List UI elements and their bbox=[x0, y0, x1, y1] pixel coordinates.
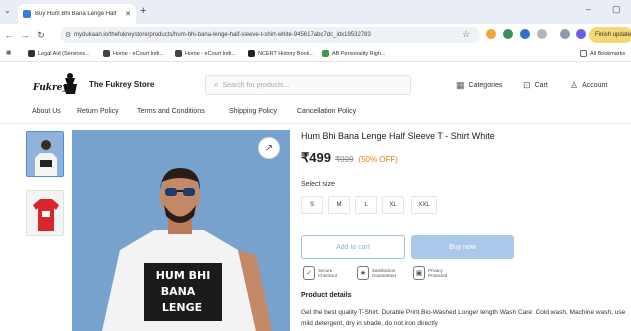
new-tab-button[interactable]: + bbox=[140, 5, 146, 17]
folder-icon bbox=[580, 50, 587, 57]
share-button[interactable]: ↗ bbox=[258, 137, 280, 159]
apps-icon[interactable]: ▦ bbox=[6, 50, 11, 56]
product-title: Hum Bhi Bana Lenge Half Sleeve T - Shirt… bbox=[301, 131, 495, 141]
secure-checkout-badge: ✓ Secure Checkout bbox=[303, 266, 346, 280]
url-text: mydukaan.io/thefukreystore/products/hum-… bbox=[74, 32, 371, 38]
search-placeholder: Search for products... bbox=[222, 81, 290, 89]
product-thumbnail[interactable] bbox=[26, 131, 64, 177]
privacy-badge: ▣ Privacy Protected bbox=[413, 266, 456, 280]
add-to-cart-button[interactable]: Add to cart bbox=[301, 235, 405, 259]
size-option-xl[interactable]: XL bbox=[382, 196, 404, 214]
buy-now-button[interactable]: Buy now bbox=[411, 235, 514, 259]
size-label: Select size bbox=[301, 181, 335, 188]
maximize-icon[interactable]: ▢ bbox=[612, 4, 621, 15]
cart-button[interactable]: ⊡ Cart bbox=[523, 80, 548, 91]
categories-button[interactable]: ▦ Categories bbox=[456, 80, 502, 91]
bookmark-item[interactable]: Home - eCourt Indi... bbox=[103, 50, 164, 57]
bookmark-icon bbox=[175, 50, 182, 57]
search-icon: ⌕ bbox=[214, 80, 219, 89]
cart-icon: ⊡ bbox=[523, 80, 531, 90]
store-menu: About Us Return Policy Terms and Conditi… bbox=[0, 104, 631, 124]
extensions-puzzle-icon[interactable] bbox=[537, 29, 547, 39]
grid-icon: ▦ bbox=[456, 80, 465, 90]
selling-price: ₹499 bbox=[301, 150, 331, 165]
forward-icon[interactable]: → bbox=[18, 30, 32, 40]
menu-shipping-policy[interactable]: Shipping Policy bbox=[229, 108, 277, 115]
bookmark-item[interactable]: AB Personality Righ... bbox=[322, 50, 386, 57]
extension-icon[interactable] bbox=[486, 29, 496, 39]
product-main-image[interactable]: HUM BHI BANA LENGE bbox=[72, 130, 290, 331]
product-photo: HUM BHI BANA LENGE bbox=[72, 130, 290, 331]
bookmark-item[interactable]: Legal Aid (Services... bbox=[28, 50, 90, 57]
lock-icon: ▣ bbox=[413, 266, 425, 280]
thumbnail-image bbox=[27, 191, 63, 235]
minimize-icon[interactable]: – bbox=[586, 4, 591, 14]
menu-return-policy[interactable]: Return Policy bbox=[77, 108, 119, 115]
price-row: ₹499 ₹999 (50% OFF) bbox=[301, 150, 398, 166]
thumbnail-image bbox=[27, 132, 63, 176]
bookmark-item[interactable]: NCERT History Book... bbox=[248, 50, 314, 57]
menu-cancellation-policy[interactable]: Cancellation Policy bbox=[297, 108, 356, 115]
tab-search-icon[interactable]: ⌄ bbox=[4, 6, 11, 15]
size-option-s[interactable]: S bbox=[301, 196, 323, 214]
all-bookmarks[interactable]: All Bookmarks bbox=[580, 50, 625, 57]
product-thumbnail[interactable] bbox=[26, 190, 64, 236]
user-icon: ♙ bbox=[570, 80, 579, 90]
browser-toolbar: ← → ↻ ⚙ mydukaan.io/thefukreystore/produ… bbox=[0, 24, 631, 46]
bookmark-icon bbox=[248, 50, 255, 57]
favicon-icon bbox=[23, 10, 31, 18]
address-bar[interactable]: ⚙ mydukaan.io/thefukreystore/products/hu… bbox=[60, 27, 480, 43]
original-price: ₹999 bbox=[334, 155, 354, 164]
logo-text: Fukrey bbox=[32, 83, 68, 93]
ribbon-icon: ★ bbox=[357, 266, 369, 280]
search-input[interactable]: ⌕ Search for products... bbox=[205, 75, 411, 95]
site-info-icon[interactable]: ⚙ bbox=[65, 31, 71, 39]
bookmarks-bar: ▦ Legal Aid (Services... Home - eCourt I… bbox=[0, 46, 631, 62]
browser-tab[interactable]: Buy Hum Bhi Bana Lenge Half ✕ bbox=[18, 4, 136, 24]
shield-icon: ✓ bbox=[303, 266, 315, 280]
size-option-m[interactable]: M bbox=[328, 196, 350, 214]
store-logo[interactable]: Fukrey bbox=[30, 72, 80, 98]
browser-tab-bar: ⌄ Buy Hum Bhi Bana Lenge Half ✕ + – ▢ bbox=[0, 0, 631, 24]
shirt-print-line: BANA bbox=[161, 285, 196, 298]
menu-about-us[interactable]: About Us bbox=[32, 108, 61, 115]
back-icon[interactable]: ← bbox=[2, 30, 16, 40]
product-details-heading: Product details bbox=[301, 292, 352, 299]
bookmark-icon bbox=[322, 50, 329, 57]
size-option-xxl[interactable]: XXL bbox=[411, 196, 437, 214]
bookmark-icon bbox=[103, 50, 110, 57]
extension-icon[interactable] bbox=[520, 29, 530, 39]
tab-title: Buy Hum Bhi Bana Lenge Half bbox=[35, 11, 117, 17]
close-tab-icon[interactable]: ✕ bbox=[125, 10, 131, 18]
account-button[interactable]: ♙ Account bbox=[570, 80, 607, 91]
profile-avatar[interactable] bbox=[576, 29, 586, 39]
satisfaction-badge: ★ Satisfaction Guaranteed bbox=[357, 266, 400, 280]
bookmark-item[interactable]: Home - eCourt Indi... bbox=[175, 50, 236, 57]
bookmark-icon bbox=[28, 50, 35, 57]
discount-label: (50% OFF) bbox=[358, 155, 398, 164]
shirt-print-line: HUM BHI bbox=[156, 269, 211, 282]
star-bookmark-icon[interactable]: ☆ bbox=[462, 29, 472, 39]
finish-update-button[interactable]: Finish update bbox=[589, 27, 631, 43]
menu-terms[interactable]: Terms and Conditions bbox=[137, 108, 205, 115]
reload-icon[interactable]: ↻ bbox=[34, 30, 48, 41]
share-icon: ↗ bbox=[264, 142, 274, 154]
shirt-print-line: LENGE bbox=[162, 301, 202, 314]
store-name[interactable]: The Fukrey Store bbox=[89, 80, 154, 89]
extension-icon[interactable] bbox=[503, 29, 513, 39]
size-option-l[interactable]: L bbox=[355, 196, 377, 214]
download-icon[interactable] bbox=[560, 29, 570, 39]
product-details-text: Get the best quality T-Shirt. Durable Pr… bbox=[301, 309, 626, 327]
